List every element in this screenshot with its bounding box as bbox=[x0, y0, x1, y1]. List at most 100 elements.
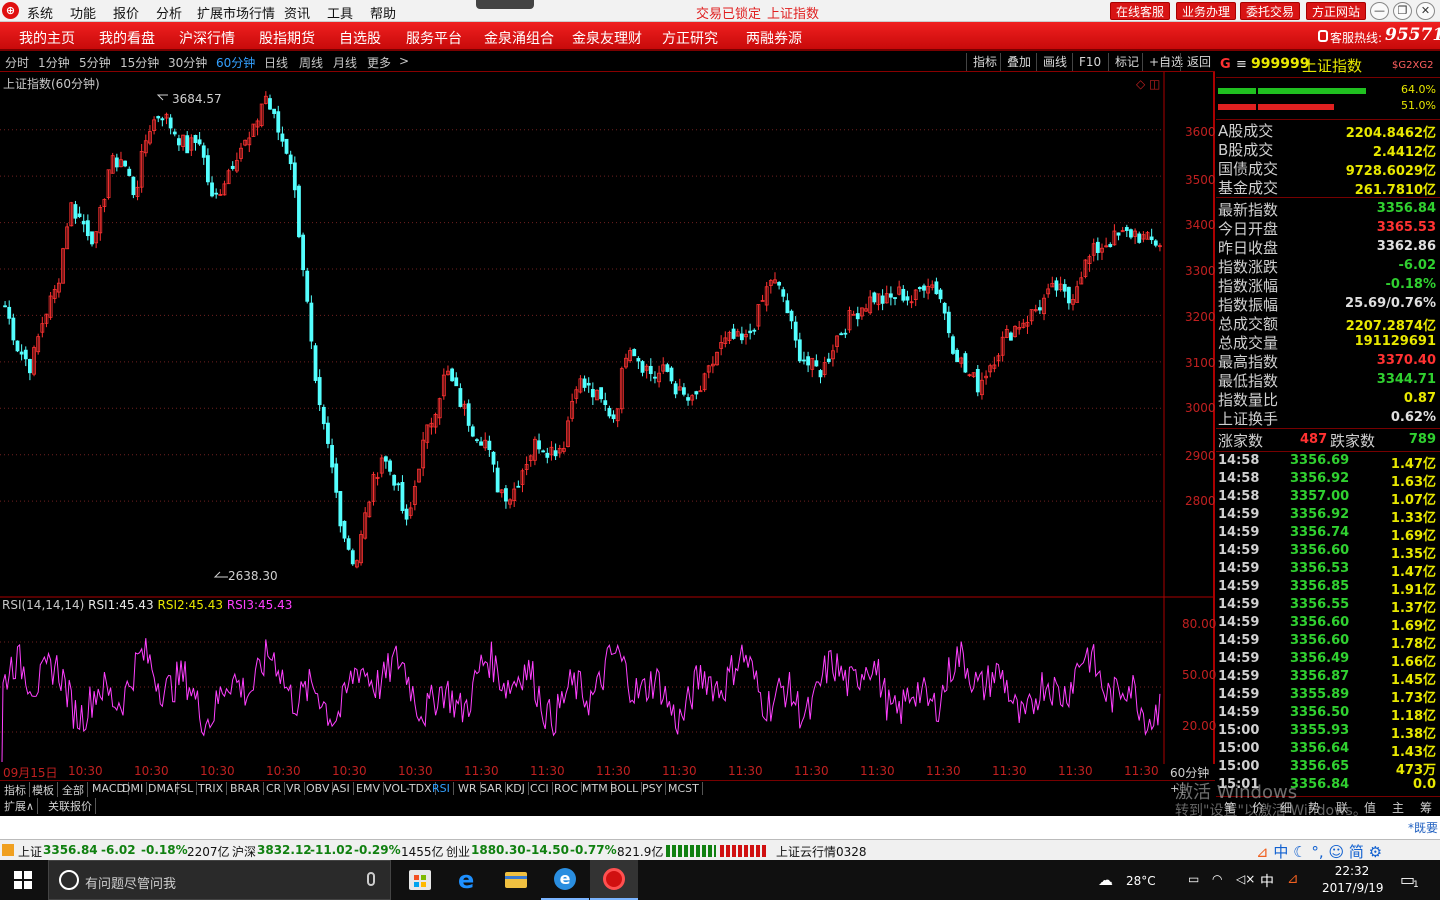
menu-analysis[interactable]: 分析 bbox=[156, 3, 182, 22]
tool-f10[interactable]: F10 bbox=[1072, 53, 1101, 71]
menu-ext-market[interactable]: 扩展市场行情 bbox=[197, 3, 275, 22]
indicator-tab-kdj[interactable]: KDJ bbox=[506, 782, 529, 795]
nav-portfolio[interactable]: 金泉涌组合 bbox=[484, 28, 554, 48]
indicator-tab-fsl[interactable]: FSL bbox=[174, 782, 198, 795]
indicator-tab-sar[interactable]: SAR bbox=[480, 782, 507, 795]
panel-tab-7[interactable]: 筹 bbox=[1420, 799, 1432, 816]
tool-indicator[interactable]: 指标 bbox=[966, 53, 997, 71]
indicator-tab-obv[interactable]: OBV bbox=[306, 782, 334, 795]
chart-option-icon[interactable]: ◇ ◫ bbox=[1136, 77, 1160, 91]
battery-icon[interactable]: ▭ bbox=[1188, 872, 1199, 886]
indicator-tab-mtm[interactable]: MTM bbox=[582, 782, 612, 795]
period-30min[interactable]: 30分钟 bbox=[168, 54, 207, 71]
trade-button[interactable]: 委托交易 bbox=[1240, 2, 1301, 20]
period-60min[interactable]: 60分钟 bbox=[216, 54, 255, 71]
indicator-tab-vol-tdx[interactable]: VOL-TDX bbox=[384, 782, 436, 795]
indicator-tab-wr[interactable]: WR bbox=[458, 782, 481, 795]
ime-chinese[interactable]: 中 bbox=[1273, 843, 1288, 861]
indicator-tab-emv[interactable]: EMV bbox=[356, 782, 384, 795]
period-month[interactable]: 月线 bbox=[333, 54, 357, 71]
close-icon[interactable]: ✕ bbox=[1416, 2, 1435, 20]
menu-news[interactable]: 资讯 bbox=[284, 3, 310, 22]
indicator-tab-vr[interactable]: VR bbox=[286, 782, 306, 795]
tool-mark[interactable]: 标记 bbox=[1108, 53, 1139, 71]
time-axis: 09月15日 10:30 10:30 10:30 10:30 10:30 10:… bbox=[0, 764, 1215, 780]
expand-button[interactable]: 扩展∧ bbox=[4, 798, 39, 814]
nav-sh-sz-quotes[interactable]: 沪深行情 bbox=[179, 28, 235, 48]
period-more[interactable]: 更多 bbox=[367, 54, 391, 71]
period-day[interactable]: 日线 bbox=[264, 54, 288, 71]
indicator-tab-boll[interactable]: BOLL bbox=[610, 782, 643, 795]
chart-area[interactable]: 上证指数(60分钟) ◇ ◫ 3684.57 2638.30 3600 3500… bbox=[0, 72, 1216, 764]
indicator-tab-dmi[interactable]: DMI bbox=[122, 782, 148, 795]
minimize-icon[interactable]: — bbox=[1370, 2, 1389, 20]
gear-icon[interactable]: ⚙ bbox=[1369, 843, 1382, 861]
edge-browser-icon[interactable]: e bbox=[444, 860, 492, 900]
menu-icon[interactable]: ≡ bbox=[1236, 57, 1247, 72]
nav-index-futures[interactable]: 股指期货 bbox=[259, 28, 315, 48]
nav-margin[interactable]: 两融券源 bbox=[746, 28, 802, 48]
chevron-right-icon[interactable]: > bbox=[399, 54, 409, 68]
cloud-quote[interactable]: 上证云行情0328 bbox=[776, 843, 867, 860]
clock[interactable]: 22:32 2017/9/19 bbox=[1322, 863, 1384, 897]
website-button[interactable]: 方正网站 bbox=[1306, 2, 1367, 20]
store-app-icon[interactable] bbox=[396, 860, 444, 900]
ime-toolbar[interactable]: ⊿ 中 ☾ °, ☺ 简 ⚙ bbox=[1256, 841, 1382, 862]
tool-add-watch[interactable]: +自选 bbox=[1142, 53, 1183, 71]
menu-function[interactable]: 功能 bbox=[70, 3, 96, 22]
related-quote-button[interactable]: 关联报价 bbox=[48, 798, 96, 814]
candlestick-chart[interactable] bbox=[0, 72, 1213, 764]
online-service-button[interactable]: 在线客服 bbox=[1110, 2, 1171, 20]
weather-icon[interactable]: ☁ bbox=[1098, 871, 1113, 889]
indicator-tab-asi[interactable]: ASI bbox=[332, 782, 354, 795]
ime-simplified[interactable]: 简 bbox=[1349, 843, 1364, 861]
microphone-icon[interactable] bbox=[367, 872, 375, 886]
indicator-tab-全部[interactable]: 全部 bbox=[62, 782, 88, 798]
indicator-tab-mcst[interactable]: MCST bbox=[668, 782, 703, 795]
drag-grip-handle[interactable] bbox=[476, 0, 534, 9]
ie-browser-icon[interactable]: e bbox=[541, 860, 589, 900]
menu-tools[interactable]: 工具 bbox=[327, 3, 353, 22]
indicator-tab-cr[interactable]: CR bbox=[266, 782, 286, 795]
nav-research[interactable]: 方正研究 bbox=[662, 28, 718, 48]
period-5min[interactable]: 5分钟 bbox=[79, 54, 111, 71]
menu-quote[interactable]: 报价 bbox=[113, 3, 139, 22]
tick-volume: 1.47亿 bbox=[1390, 457, 1436, 472]
nav-my-home[interactable]: 我的主页 bbox=[19, 28, 75, 48]
trading-app-icon[interactable] bbox=[590, 860, 638, 900]
indicator-tab-trix[interactable]: TRIX bbox=[198, 782, 228, 795]
ime-indicator[interactable]: 中 bbox=[1260, 871, 1274, 891]
tool-overlay[interactable]: 叠加 bbox=[1000, 53, 1031, 71]
restore-icon[interactable]: ❐ bbox=[1393, 2, 1412, 20]
period-15min[interactable]: 15分钟 bbox=[120, 54, 159, 71]
ime-logo-tray-icon[interactable]: ⊿ bbox=[1287, 871, 1299, 887]
nav-wealth[interactable]: 金泉友理财 bbox=[572, 28, 642, 48]
period-week[interactable]: 周线 bbox=[299, 54, 323, 71]
wifi-icon[interactable]: ◠ bbox=[1212, 872, 1222, 886]
period-1min[interactable]: 1分钟 bbox=[38, 54, 70, 71]
indicator-tab-brar[interactable]: BRAR bbox=[230, 782, 264, 795]
volume-icon[interactable]: ◁× bbox=[1236, 872, 1255, 886]
indicator-tab-rsi[interactable]: RSI bbox=[432, 782, 454, 795]
indicator-tab-模板[interactable]: 模板 bbox=[32, 782, 58, 798]
tool-draw[interactable]: 画线 bbox=[1036, 53, 1067, 71]
nav-watchlist[interactable]: 自选股 bbox=[339, 28, 381, 48]
windows-start-icon[interactable] bbox=[14, 871, 32, 889]
business-button[interactable]: 业务办理 bbox=[1176, 2, 1237, 20]
panel-tab-6[interactable]: 主 bbox=[1392, 799, 1404, 816]
stat-label: 指数涨幅 bbox=[1218, 277, 1279, 295]
indicator-tab-psy[interactable]: PSY bbox=[642, 782, 667, 795]
period-tick[interactable]: 分时 bbox=[5, 54, 29, 71]
menu-help[interactable]: 帮助 bbox=[370, 3, 396, 22]
search-box[interactable]: 有问题尽管问我 bbox=[48, 860, 391, 900]
menu-system[interactable]: 系统 bbox=[27, 3, 53, 22]
tool-back[interactable]: 返回 bbox=[1180, 53, 1211, 71]
file-explorer-icon[interactable] bbox=[492, 860, 540, 900]
scroll-more-link[interactable]: *既要 bbox=[1408, 819, 1438, 836]
nav-service-platform[interactable]: 服务平台 bbox=[406, 28, 462, 48]
indicator-tab-roc[interactable]: ROC bbox=[554, 782, 582, 795]
indicator-tab-指标[interactable]: 指标 bbox=[4, 782, 30, 798]
nav-my-watch[interactable]: 我的看盘 bbox=[99, 28, 155, 48]
weather-temp[interactable]: 28°C bbox=[1126, 874, 1156, 888]
indicator-tab-cci[interactable]: CCI bbox=[530, 782, 553, 795]
